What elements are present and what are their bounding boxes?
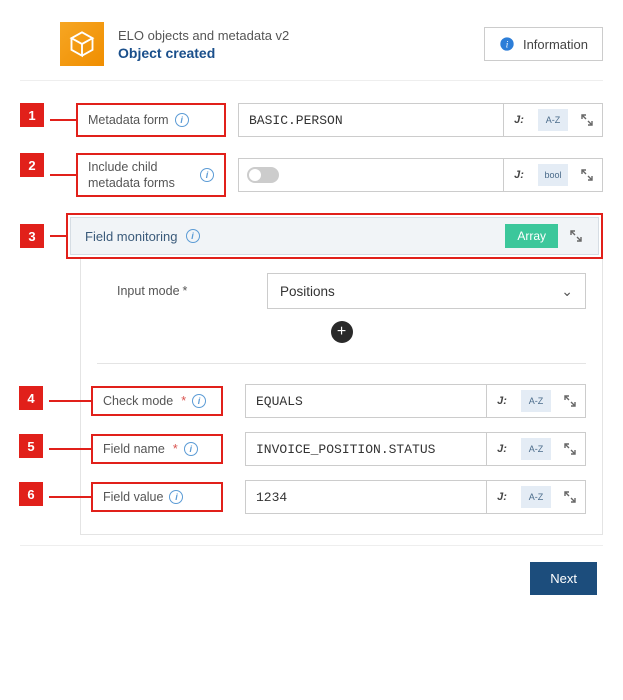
- label-include-child: Include child metadata forms i: [76, 153, 226, 197]
- field-name-input[interactable]: [245, 432, 487, 466]
- check-mode-input[interactable]: [245, 384, 487, 418]
- divider: [97, 363, 586, 364]
- help-icon[interactable]: i: [192, 394, 206, 408]
- label-metadata-form: Metadata form i: [76, 103, 226, 137]
- callout-5: 5: [19, 434, 43, 458]
- label-input-mode: Input mode*: [97, 284, 267, 298]
- array-badge: Array: [505, 224, 558, 248]
- event-title: Object created: [118, 45, 289, 61]
- help-icon[interactable]: i: [186, 229, 200, 243]
- expand-icon[interactable]: [555, 481, 585, 513]
- type-tag: bool: [538, 164, 568, 186]
- module-title: ELO objects and metadata v2: [118, 28, 289, 43]
- callout-6: 6: [19, 482, 43, 506]
- input-controls: J: A-Z: [487, 384, 586, 418]
- input-controls: J: bool: [504, 158, 603, 192]
- row-check-mode: 4 Check mode* i J: A-Z: [97, 384, 586, 418]
- json-toggle[interactable]: J:: [504, 159, 534, 191]
- label-field-name: Field name* i: [91, 434, 223, 464]
- input-mode-select[interactable]: Positions ⌄: [267, 273, 586, 309]
- svg-text:i: i: [506, 40, 509, 50]
- next-button[interactable]: Next: [530, 562, 597, 595]
- input-controls: J: A-Z: [487, 432, 586, 466]
- field-monitoring-body: Input mode* Positions ⌄ + 4 Check mode* …: [80, 259, 603, 535]
- label-field-value: Field value i: [91, 482, 223, 512]
- type-tag: A-Z: [521, 486, 551, 508]
- module-icon: [60, 22, 104, 66]
- row-field-monitoring: 3 Field monitoring i Array: [20, 213, 603, 259]
- information-button[interactable]: i Information: [484, 27, 603, 61]
- label-check-mode: Check mode* i: [91, 386, 223, 416]
- expand-icon[interactable]: [555, 385, 585, 417]
- input-controls: J: A-Z: [504, 103, 603, 137]
- expand-icon[interactable]: [555, 433, 585, 465]
- type-tag: A-Z: [521, 438, 551, 460]
- metadata-form-input[interactable]: [238, 103, 504, 137]
- help-icon[interactable]: i: [169, 490, 183, 504]
- include-child-toggle[interactable]: [247, 167, 279, 183]
- include-child-toggle-box: [238, 158, 504, 192]
- help-icon[interactable]: i: [200, 168, 214, 182]
- input-controls: J: A-Z: [487, 480, 586, 514]
- row-input-mode: Input mode* Positions ⌄: [97, 273, 586, 309]
- callout-3: 3: [20, 224, 44, 248]
- json-toggle[interactable]: J:: [487, 433, 517, 465]
- json-toggle[interactable]: J:: [487, 385, 517, 417]
- row-field-name: 5 Field name* i J: A-Z: [97, 432, 586, 466]
- chevron-down-icon: ⌄: [561, 283, 573, 300]
- add-item-button[interactable]: +: [331, 321, 353, 343]
- type-tag: A-Z: [521, 390, 551, 412]
- expand-icon[interactable]: [572, 104, 602, 136]
- json-toggle[interactable]: J:: [504, 104, 534, 136]
- callout-4: 4: [19, 386, 43, 410]
- row-include-child: 2 Include child metadata forms i J: bool: [20, 153, 603, 197]
- info-icon: i: [499, 36, 515, 52]
- footer-divider: [20, 545, 603, 546]
- header: ELO objects and metadata v2 Object creat…: [20, 16, 603, 81]
- callout-2: 2: [20, 153, 44, 177]
- field-monitoring-section[interactable]: Field monitoring i Array: [70, 217, 599, 255]
- expand-icon[interactable]: [564, 224, 588, 248]
- row-metadata-form: 1 Metadata form i J: A-Z: [20, 103, 603, 137]
- help-icon[interactable]: i: [175, 113, 189, 127]
- help-icon[interactable]: i: [184, 442, 198, 456]
- expand-icon[interactable]: [572, 159, 602, 191]
- section-label: Field monitoring: [85, 229, 178, 244]
- field-value-input[interactable]: [245, 480, 487, 514]
- callout-1: 1: [20, 103, 44, 127]
- json-toggle[interactable]: J:: [487, 481, 517, 513]
- row-field-value: 6 Field value i J: A-Z: [97, 480, 586, 514]
- type-tag: A-Z: [538, 109, 568, 131]
